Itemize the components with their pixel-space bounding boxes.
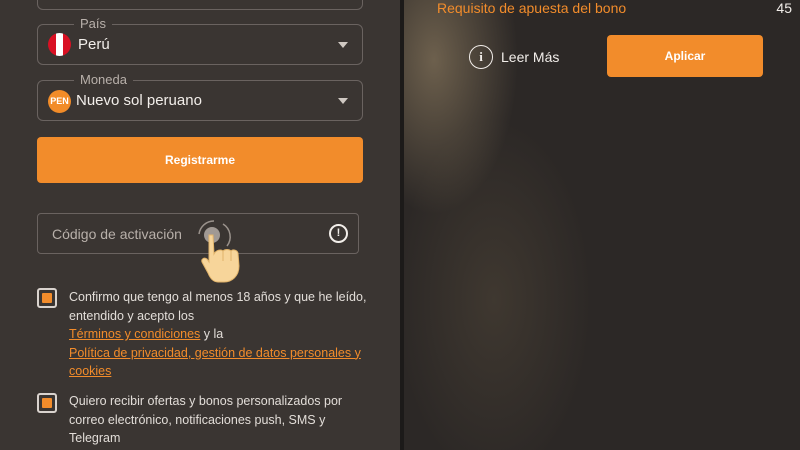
- age-consent-joiner: y la: [200, 327, 224, 341]
- info-icon[interactable]: !: [329, 224, 348, 243]
- marketing-consent-checkbox[interactable]: [37, 393, 57, 413]
- marketing-consent-text: Quiero recibir ofertas y bonos personali…: [69, 394, 343, 445]
- terms-link[interactable]: Términos y condiciones: [69, 327, 200, 341]
- registration-form: País Perú Moneda PEN Nuevo sol peruano R…: [0, 0, 400, 450]
- country-legend: País: [74, 16, 113, 32]
- read-more-link[interactable]: i Leer Más: [469, 45, 559, 69]
- currency-legend: Moneda: [74, 72, 133, 88]
- privacy-link[interactable]: Política de privacidad, gestión de datos…: [69, 346, 361, 379]
- currency-badge-icon: PEN: [48, 90, 71, 113]
- read-more-label: Leer Más: [501, 49, 560, 65]
- register-button[interactable]: Registrarme: [37, 137, 363, 183]
- apply-button[interactable]: Aplicar: [607, 35, 763, 77]
- tap-hand-icon: [198, 220, 240, 283]
- previous-field[interactable]: [37, 0, 363, 10]
- activation-placeholder: Código de activación: [52, 226, 182, 242]
- currency-value: Nuevo sol peruano: [76, 92, 202, 109]
- currency-select[interactable]: Moneda PEN Nuevo sol peruano: [37, 72, 363, 121]
- bonus-panel: Requisito de apuesta del bono 45 i Leer …: [404, 0, 800, 450]
- chevron-down-icon: [338, 42, 348, 48]
- age-consent-checkbox[interactable]: [37, 288, 57, 308]
- peru-flag-icon: [48, 33, 71, 56]
- bonus-requirement-label: Requisito de apuesta del bono: [437, 0, 627, 16]
- age-consent-text: Confirmo que tengo al menos 18 años y qu…: [69, 288, 369, 381]
- country-select[interactable]: País Perú: [37, 16, 363, 65]
- age-consent-sentence: Confirmo que tengo al menos 18 años y qu…: [69, 290, 367, 323]
- chevron-down-icon: [338, 98, 348, 104]
- info-icon: i: [469, 45, 493, 69]
- bonus-requirement-value: 45: [776, 0, 792, 16]
- country-value: Perú: [78, 36, 110, 53]
